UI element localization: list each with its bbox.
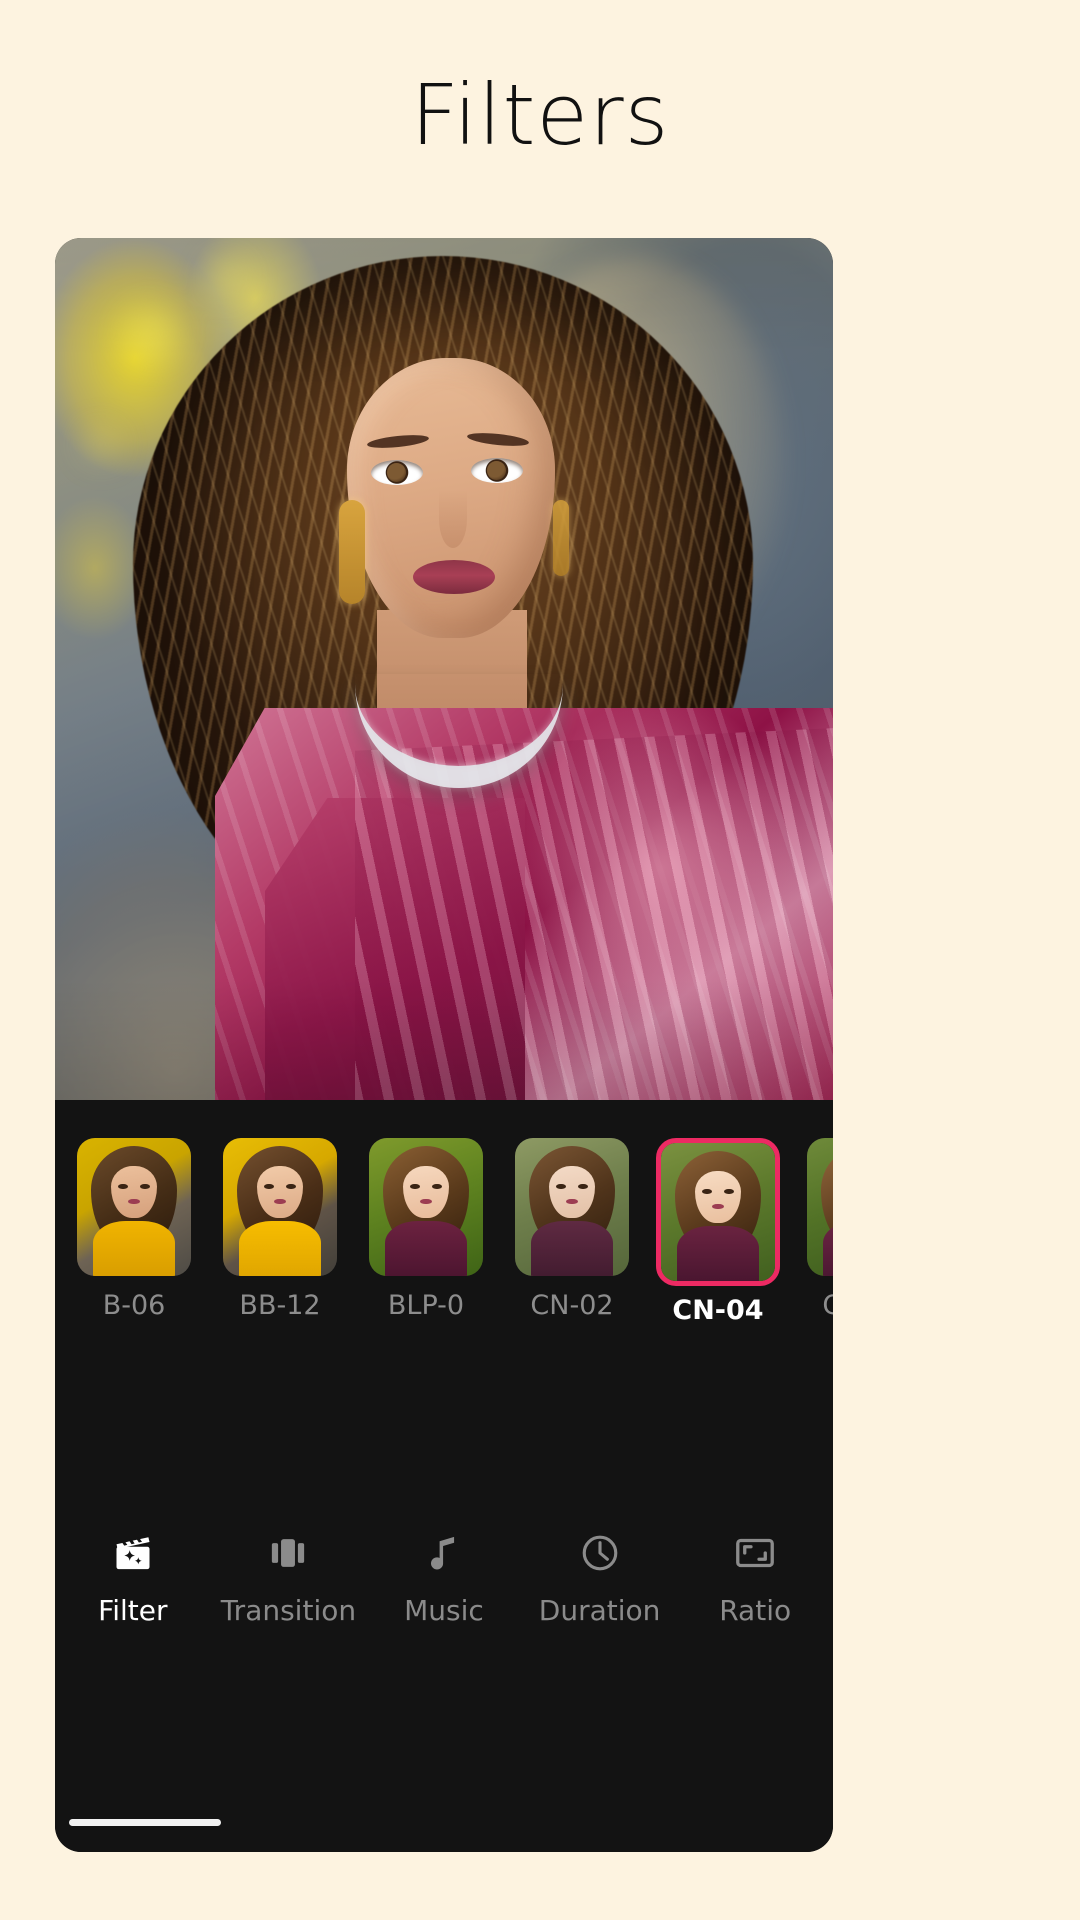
filter-item[interactable]: CN-07 (805, 1138, 833, 1321)
tab-label: Filter (98, 1594, 168, 1627)
tab-label: Ratio (719, 1594, 792, 1627)
filter-item[interactable]: BLP-0 (367, 1138, 485, 1321)
filter-thumbnail[interactable] (223, 1138, 337, 1276)
aspect-ratio-icon (732, 1530, 778, 1576)
filter-label: CN-02 (530, 1290, 614, 1321)
filter-thumbnail-image (661, 1143, 775, 1281)
photo-preview[interactable] (55, 238, 833, 1100)
tab-filter[interactable]: Filter (58, 1530, 208, 1627)
filter-item[interactable]: CN-02 (513, 1138, 631, 1321)
filter-thumbnail-image (369, 1138, 483, 1276)
filter-label: CN-04 (672, 1295, 764, 1326)
tab-label: Music (404, 1594, 484, 1627)
filter-thumbnail[interactable] (369, 1138, 483, 1276)
device-frame: B-06 BB-12 BLP-0 CN-02 CN-04 C Filter Tr… (55, 238, 833, 1852)
filter-item-selected[interactable]: CN-04 (656, 1138, 780, 1326)
tab-label: Duration (538, 1594, 661, 1627)
filter-thumbnail-image (515, 1138, 629, 1276)
tab-duration[interactable]: Duration (525, 1530, 675, 1627)
filter-label: BLP-0 (387, 1290, 465, 1321)
filter-thumbnail[interactable] (807, 1138, 833, 1276)
filter-thumbnail-image (223, 1138, 337, 1276)
clock-icon (577, 1530, 623, 1576)
filter-thumbnail-strip[interactable]: B-06 BB-12 BLP-0 CN-02 CN-04 C (55, 1138, 833, 1388)
filter-label: CN-07 (822, 1290, 833, 1321)
transition-slides-icon (265, 1530, 311, 1576)
filter-item[interactable]: B-06 (75, 1138, 193, 1321)
filter-thumbnail[interactable] (656, 1138, 780, 1286)
filter-thumbnail[interactable] (77, 1138, 191, 1276)
page-title: Filters (410, 66, 670, 164)
tab-ratio[interactable]: Ratio (680, 1530, 830, 1627)
music-note-icon (421, 1530, 467, 1576)
tab-music[interactable]: Music (369, 1530, 519, 1627)
filter-label: B-06 (102, 1290, 166, 1321)
filter-label: BB-12 (239, 1290, 321, 1321)
filter-thumbnail-image (77, 1138, 191, 1276)
filter-thumbnail-image (807, 1138, 833, 1276)
home-indicator[interactable] (69, 1819, 221, 1826)
preview-vignette (55, 238, 833, 1100)
filter-thumbnail[interactable] (515, 1138, 629, 1276)
filter-item[interactable]: BB-12 (221, 1138, 339, 1321)
tab-label: Transition (220, 1594, 357, 1627)
bottom-toolbar: Filter Transition Music Duration Ratio (55, 1506, 833, 1756)
clapperboard-sparkle-icon (110, 1530, 156, 1576)
filter-panel: B-06 BB-12 BLP-0 CN-02 CN-04 C Filter Tr… (55, 1100, 833, 1852)
tab-transition[interactable]: Transition (213, 1530, 363, 1627)
